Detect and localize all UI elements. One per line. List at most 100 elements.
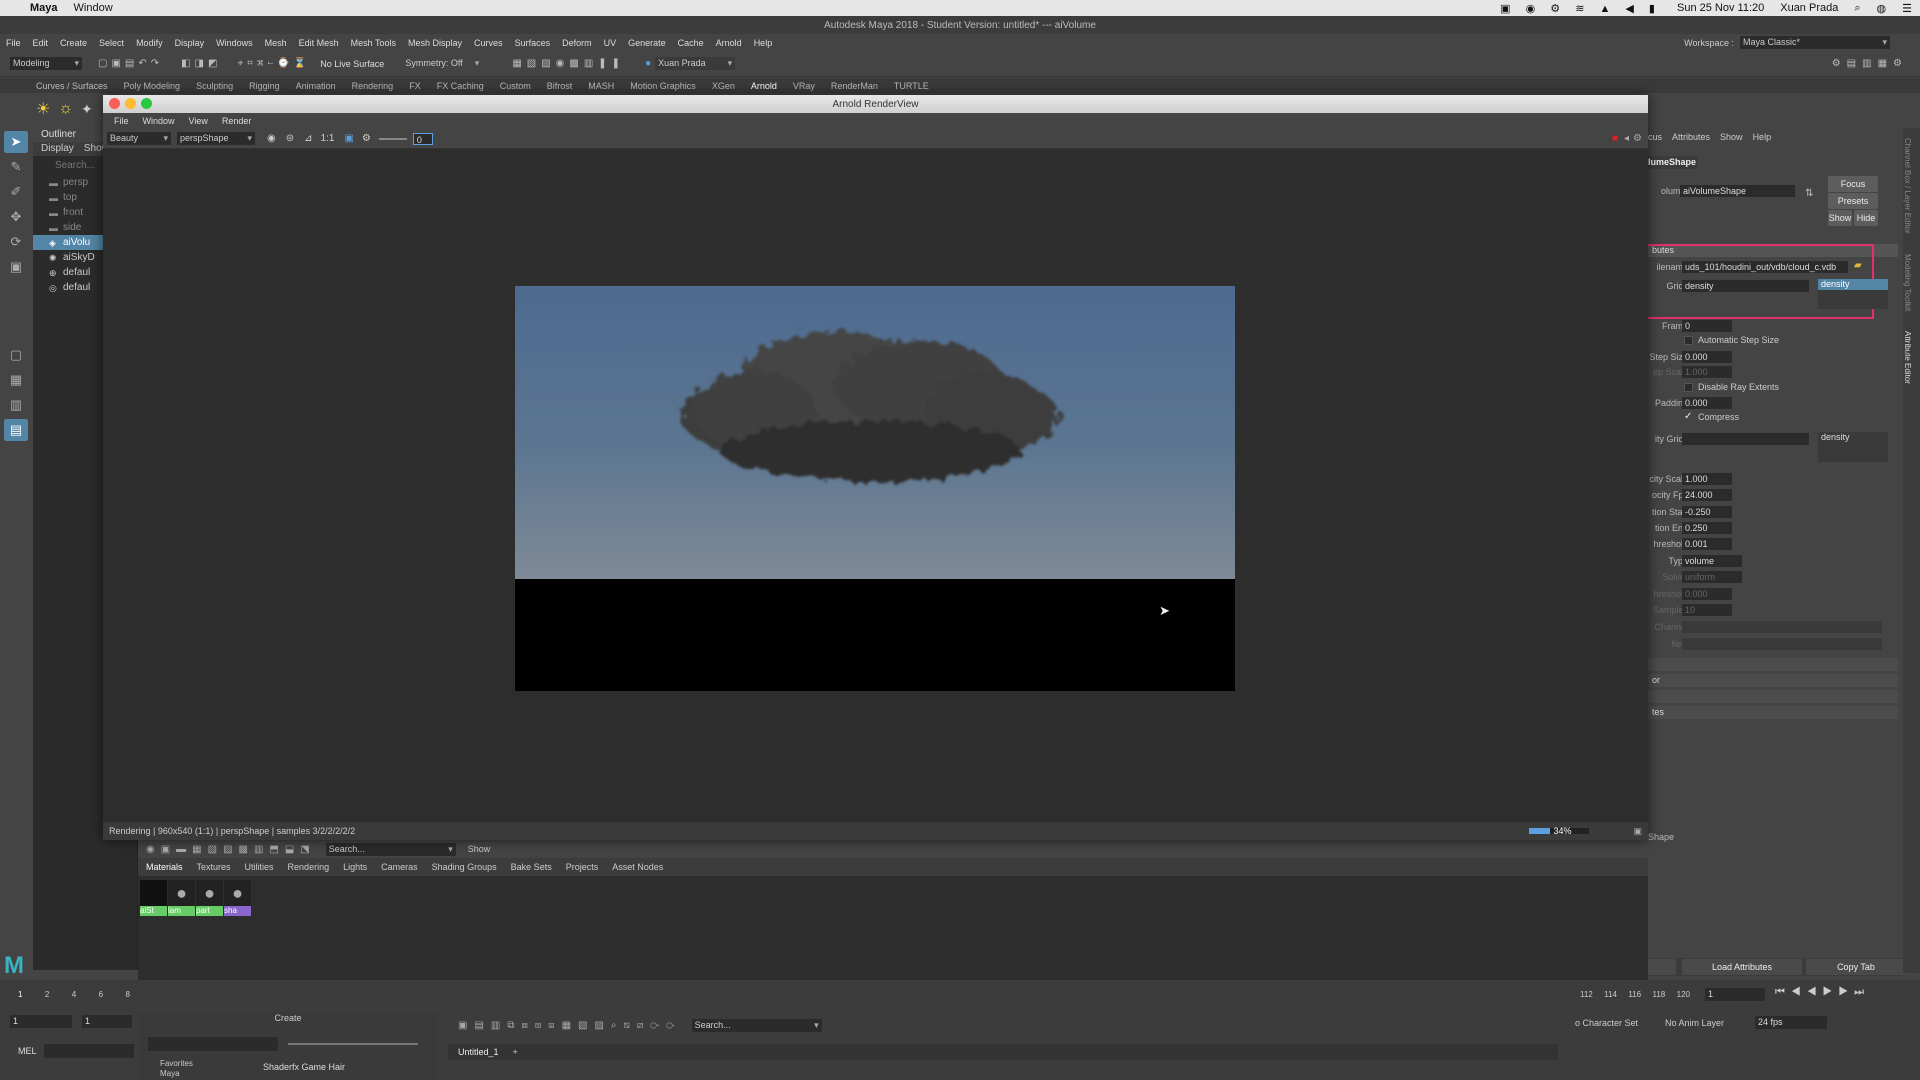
volume-name-field[interactable]: aiVolumeShape	[1680, 185, 1795, 197]
rv-info-icon[interactable]: ▣	[1633, 822, 1642, 840]
menu-create[interactable]: Create	[54, 38, 93, 48]
current-frame-field[interactable]: 1	[1705, 988, 1765, 1001]
rv-menu-view[interactable]: View	[182, 116, 215, 126]
hs-tab-materials[interactable]: Materials	[146, 862, 183, 872]
settings-icon[interactable]: ⚙	[362, 133, 371, 144]
rv-menu-file[interactable]: File	[107, 116, 136, 126]
motion-start-field[interactable]: -0.250	[1682, 506, 1732, 518]
copy-tab-button[interactable]: Copy Tab	[1806, 959, 1906, 975]
command-line[interactable]	[44, 1044, 134, 1058]
menu-file[interactable]: File	[0, 38, 27, 48]
presets-button[interactable]: Presets	[1828, 193, 1878, 209]
add-tab-icon[interactable]: +	[513, 1047, 518, 1057]
hs-tab-projects[interactable]: Projects	[566, 862, 599, 872]
frame-field[interactable]: 0	[1682, 320, 1732, 332]
crop-icon[interactable]: ⊿	[304, 133, 312, 144]
shelf-tab-sculpting[interactable]: Sculpting	[188, 81, 241, 91]
shelf-tab-turtle[interactable]: TURTLE	[886, 81, 937, 91]
swatch-shader[interactable]: ● sha	[224, 880, 251, 916]
attr-section-5[interactable]: tes	[1648, 706, 1898, 719]
hypershade-search[interactable]: Search...	[325, 842, 456, 856]
mac-menu-window[interactable]: Window	[66, 2, 121, 14]
shelf-tab-vray[interactable]: VRay	[785, 81, 823, 91]
compress-checkbox[interactable]: ✓	[1684, 411, 1692, 422]
hide-button[interactable]: Hide	[1854, 210, 1878, 226]
stop-render-icon[interactable]: ■	[1612, 133, 1618, 144]
node-editor-icons[interactable]: ▣▤▥⧉⧈⧇⧆▦▧▨⌕⧅⧄⧃⧂	[458, 1020, 682, 1031]
type-dropdown[interactable]: volume	[1682, 555, 1742, 567]
symmetry-dropdown[interactable]: Symmetry: Off	[402, 57, 482, 70]
solver-dropdown[interactable]: uniform	[1682, 571, 1742, 583]
favorites-item[interactable]: Favorites	[160, 1059, 193, 1068]
area-light-icon[interactable]: ☼	[58, 100, 73, 118]
shelf-tab-arnold[interactable]: Arnold	[743, 81, 785, 91]
mac-status-icons[interactable]: ▣ ◉ ⚙ ≋ ▲ ◀ ▮	[1492, 2, 1669, 15]
mac-app-name[interactable]: Maya	[22, 2, 66, 14]
range-start2-field[interactable]: 1	[82, 1015, 132, 1028]
tab-channel-box[interactable]: Channel Box / Layer Editor	[1903, 138, 1912, 234]
velocity-scale-field[interactable]: 1.000	[1682, 473, 1732, 485]
motion-end-field[interactable]: 0.250	[1682, 522, 1732, 534]
menu-uv[interactable]: UV	[598, 38, 623, 48]
lasso-tool-icon[interactable]: ✎	[4, 156, 28, 178]
render-icons[interactable]: ▦▧▨◉▩▥❚❚	[512, 58, 625, 69]
menu-generate[interactable]: Generate	[622, 38, 672, 48]
folder-icon[interactable]: ▰	[1854, 260, 1862, 271]
menu-help[interactable]: Help	[748, 38, 779, 48]
attr-section-2[interactable]	[1648, 658, 1898, 671]
menu-display[interactable]: Display	[169, 38, 211, 48]
shelf-tab-custom[interactable]: Custom	[492, 81, 539, 91]
menu-mesh-tools[interactable]: Mesh Tools	[345, 38, 402, 48]
attr-tab-focus[interactable]: cus	[1648, 132, 1662, 142]
ratio-label[interactable]: 1:1	[321, 133, 335, 144]
grids-list-item[interactable]: density	[1818, 279, 1888, 290]
step-scale-field[interactable]: 1.000	[1682, 366, 1732, 378]
menu-deform[interactable]: Deform	[556, 38, 598, 48]
hs-tab-bake-sets[interactable]: Bake Sets	[511, 862, 552, 872]
node-editor-search[interactable]: Search...	[691, 1018, 822, 1032]
swatch-lambert[interactable]: ● lam	[168, 880, 195, 916]
close-button[interactable]	[109, 98, 120, 109]
siri-icon[interactable]: ◍	[1869, 2, 1895, 15]
refresh-icon[interactable]: ◉	[267, 133, 276, 144]
user-dropdown[interactable]: Xuan Prada	[655, 57, 736, 70]
maximize-button[interactable]	[141, 98, 152, 109]
node-icon[interactable]: ⇅	[1805, 188, 1813, 199]
shelf-tab-rendering[interactable]: Rendering	[344, 81, 402, 91]
disable-ray-checkbox[interactable]	[1684, 383, 1693, 392]
move-tool-icon[interactable]: ✥	[4, 206, 28, 228]
menu-surfaces[interactable]: Surfaces	[509, 38, 557, 48]
attr-tab-show[interactable]: Show	[1720, 132, 1743, 142]
scale-tool-icon[interactable]: ▣	[4, 256, 28, 278]
time-slider-left[interactable]: 1 2 4 6 8	[18, 982, 130, 1006]
select-mode-icons[interactable]: ◧◨◩	[181, 58, 221, 69]
shelf-tab-bifrost[interactable]: Bifrost	[539, 81, 581, 91]
grids-field[interactable]: density	[1682, 280, 1809, 292]
auto-step-checkbox[interactable]	[1684, 336, 1693, 345]
velocity-grids-field[interactable]	[1682, 433, 1809, 445]
frame-icon[interactable]: ▣	[344, 133, 353, 144]
step-size-field[interactable]: 0.000	[1682, 351, 1732, 363]
anim-layer[interactable]: No Anim Layer	[1665, 1018, 1724, 1028]
aov-dropdown[interactable]: Beauty	[107, 132, 171, 145]
notifications-icon[interactable]: ☰	[1894, 2, 1920, 15]
hs-tab-lights[interactable]: Lights	[343, 862, 367, 872]
playback-controls[interactable]: ⏮◀◀▶▶⏭	[1775, 986, 1870, 999]
two-view-icon[interactable]: ▥	[4, 394, 28, 416]
swatch-particle[interactable]: ● part	[196, 880, 223, 916]
shelf-tab-rigging[interactable]: Rigging	[241, 81, 288, 91]
threshold2-field[interactable]: 0.000	[1682, 588, 1732, 600]
show-button[interactable]: Show	[1828, 210, 1852, 226]
mac-user[interactable]: Xuan Prada	[1772, 2, 1846, 14]
menu-arnold[interactable]: Arnold	[710, 38, 748, 48]
maya-item[interactable]: Maya	[160, 1069, 180, 1078]
shelf-tab-xgen[interactable]: XGen	[704, 81, 743, 91]
shelf-tab-poly[interactable]: Poly Modeling	[116, 81, 189, 91]
zoom-slider[interactable]	[288, 1043, 418, 1045]
shelf-tab-renderman[interactable]: RenderMan	[823, 81, 886, 91]
menu-modify[interactable]: Modify	[130, 38, 169, 48]
time-slider-right[interactable]: 112 114 116 118 120	[1580, 982, 1690, 1006]
rv-settings-icon[interactable]: ⚙	[1633, 133, 1642, 144]
camera-dropdown[interactable]: perspShape	[177, 132, 255, 145]
panel-layout-icons[interactable]: ⚙▤▥▦⚙	[1832, 58, 1908, 69]
